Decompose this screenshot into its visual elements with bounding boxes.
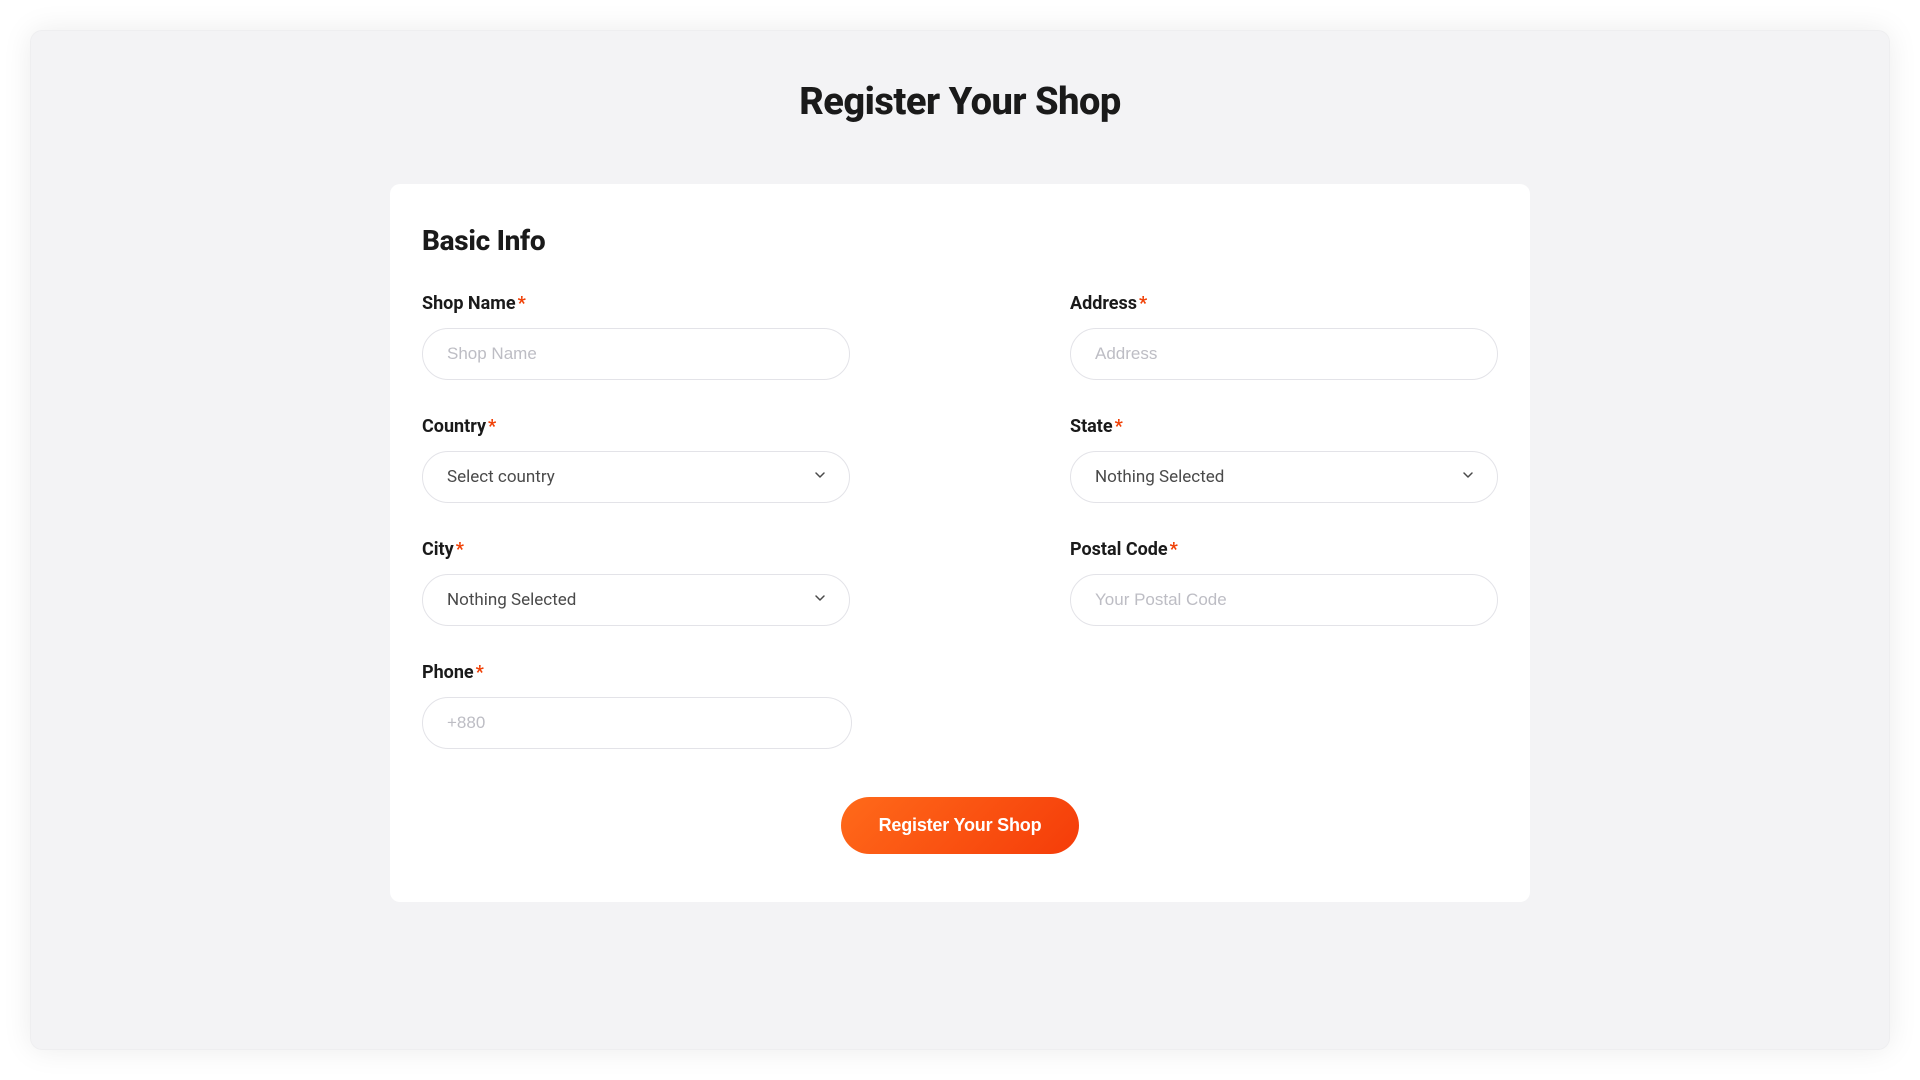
phone-group: Phone* [422, 662, 852, 749]
state-label: State* [1070, 416, 1498, 437]
phone-label: Phone* [422, 662, 852, 683]
shop-name-group: Shop Name* [422, 293, 850, 380]
postal-code-label-text: Postal Code [1070, 539, 1168, 560]
required-indicator: * [1115, 416, 1123, 437]
shop-name-label: Shop Name* [422, 293, 850, 314]
postal-code-input[interactable] [1070, 574, 1498, 626]
address-input[interactable] [1070, 328, 1498, 380]
page-title: Register Your Shop [30, 80, 1890, 124]
submit-wrapper: Register Your Shop [422, 797, 1498, 854]
required-indicator: * [1170, 539, 1178, 560]
state-label-text: State [1070, 416, 1113, 437]
city-group: City* Nothing Selected [422, 539, 850, 626]
required-indicator: * [518, 293, 526, 314]
register-shop-button[interactable]: Register Your Shop [841, 797, 1080, 854]
content-panel: Register Your Shop Basic Info Shop Name*… [30, 30, 1890, 1050]
address-group: Address* [1070, 293, 1498, 380]
address-label: Address* [1070, 293, 1498, 314]
city-label-text: City [422, 539, 454, 560]
registration-form-card: Basic Info Shop Name* Address* [390, 184, 1530, 902]
form-row: City* Nothing Selected Postal Code* [422, 539, 1498, 626]
country-label-text: Country [422, 416, 486, 437]
required-indicator: * [476, 662, 484, 683]
form-row: Country* Select country State* Nothing [422, 416, 1498, 503]
phone-label-text: Phone [422, 662, 474, 683]
address-label-text: Address [1070, 293, 1137, 314]
shop-name-input[interactable] [422, 328, 850, 380]
country-select[interactable]: Select country [422, 451, 850, 503]
required-indicator: * [456, 539, 464, 560]
shop-name-label-text: Shop Name [422, 293, 516, 314]
country-select-wrapper: Select country [422, 451, 850, 503]
form-row: Shop Name* Address* [422, 293, 1498, 380]
country-label: Country* [422, 416, 850, 437]
state-select-wrapper: Nothing Selected [1070, 451, 1498, 503]
city-label: City* [422, 539, 850, 560]
country-group: Country* Select country [422, 416, 850, 503]
state-select[interactable]: Nothing Selected [1070, 451, 1498, 503]
postal-code-label: Postal Code* [1070, 539, 1498, 560]
postal-code-group: Postal Code* [1070, 539, 1498, 626]
required-indicator: * [1139, 293, 1147, 314]
required-indicator: * [488, 416, 496, 437]
form-row: Phone* [422, 662, 1498, 749]
city-select[interactable]: Nothing Selected [422, 574, 850, 626]
phone-input[interactable] [422, 697, 852, 749]
section-title: Basic Info [422, 224, 1498, 257]
state-group: State* Nothing Selected [1070, 416, 1498, 503]
city-select-wrapper: Nothing Selected [422, 574, 850, 626]
page-wrapper: Register Your Shop Basic Info Shop Name*… [0, 0, 1920, 1080]
